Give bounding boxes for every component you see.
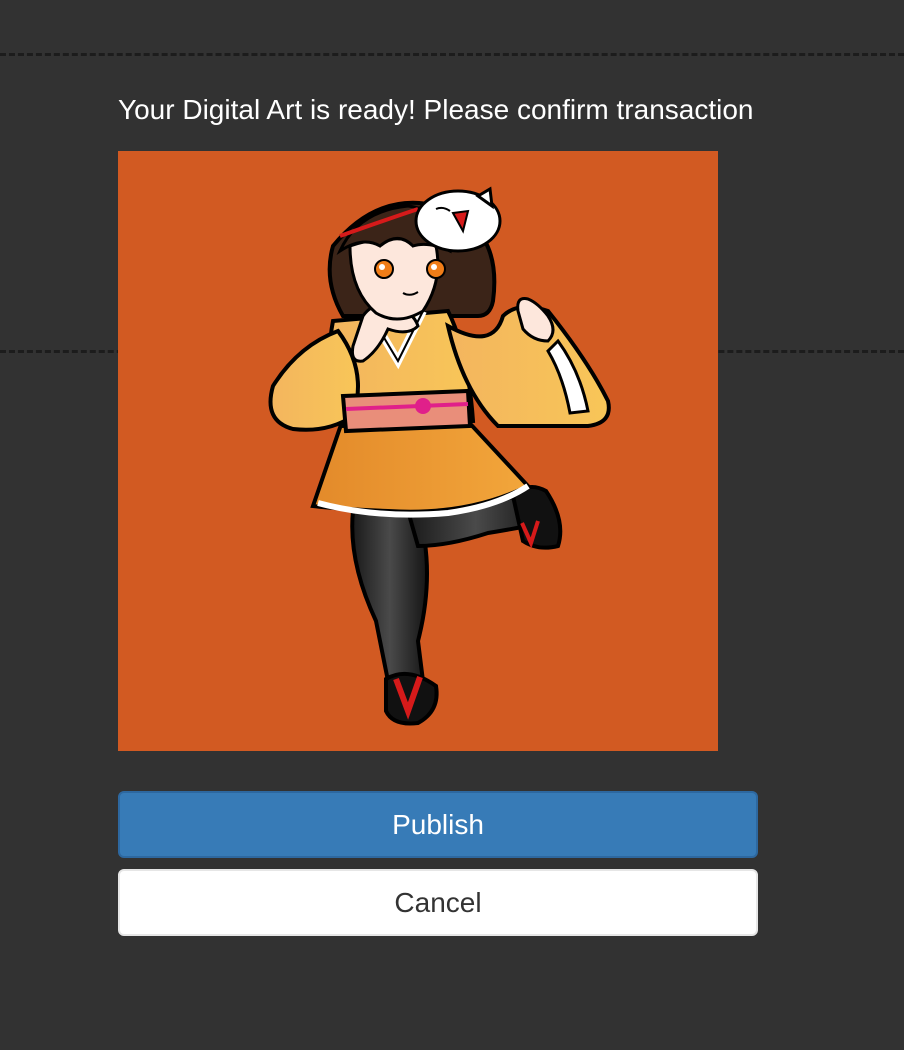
- cancel-button[interactable]: Cancel: [118, 869, 758, 936]
- publish-button[interactable]: Publish: [118, 791, 758, 858]
- art-illustration: [268, 186, 611, 726]
- page: Your Digital Art is ready! Please confir…: [0, 0, 904, 1050]
- dialog-title: Your Digital Art is ready! Please confir…: [118, 94, 754, 125]
- digital-art-image: [118, 151, 718, 751]
- dashed-divider-top: [0, 53, 904, 56]
